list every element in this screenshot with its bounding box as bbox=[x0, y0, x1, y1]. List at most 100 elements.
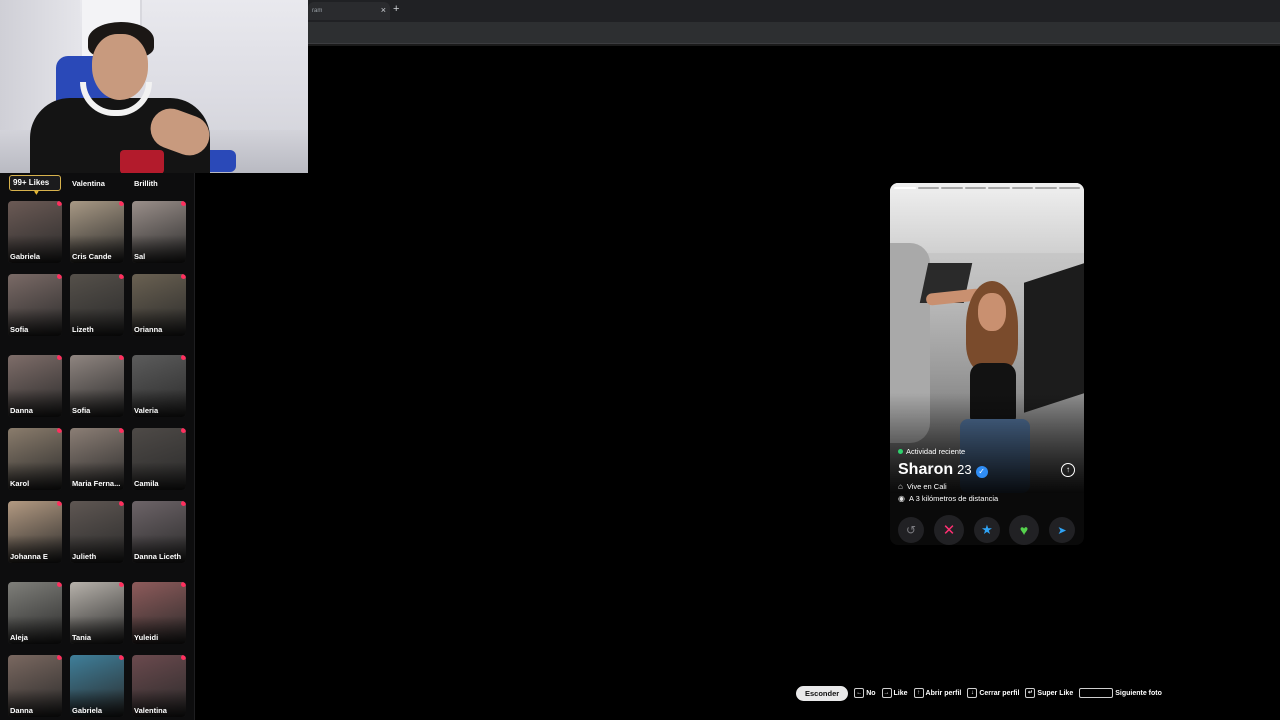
like-card[interactable]: Karol bbox=[8, 428, 62, 490]
like-card-name: Aleja bbox=[10, 633, 28, 642]
photo-progress-bar bbox=[894, 187, 1080, 190]
shortcut-no: ← No bbox=[854, 688, 876, 698]
new-like-dot-icon bbox=[119, 355, 124, 360]
like-card[interactable]: Orianna bbox=[132, 274, 186, 336]
like-card[interactable]: Yuleidi bbox=[132, 582, 186, 644]
online-dot-icon bbox=[898, 449, 903, 454]
like-card-name: Valeria bbox=[134, 406, 159, 415]
like-card[interactable]: Danna Liceth bbox=[132, 501, 186, 563]
gold-heart-icon: ♥ bbox=[34, 188, 39, 197]
send-icon: ➤ bbox=[1057, 524, 1067, 537]
likes-header: 99+ Likes ♥ Valentina Brillith bbox=[0, 173, 194, 197]
new-like-dot-icon bbox=[57, 355, 62, 360]
like-card-name: Gabriela bbox=[72, 706, 103, 715]
profile-distance: ◉ A 3 kilómetros de distancia bbox=[898, 494, 998, 503]
like-card[interactable]: Valentina bbox=[132, 655, 186, 717]
toolbar-divider bbox=[308, 44, 1280, 46]
like-card[interactable]: Aleja bbox=[8, 582, 62, 644]
new-like-dot-icon bbox=[57, 274, 62, 279]
rewind-button[interactable]: ↺ bbox=[898, 517, 924, 543]
like-card[interactable]: Lizeth bbox=[70, 274, 124, 336]
like-card[interactable]: Johanna E bbox=[8, 501, 62, 563]
like-card-name: Karol bbox=[10, 479, 30, 488]
browser-tab-strip: ram × + bbox=[308, 0, 1280, 22]
hide-shortcuts-button[interactable]: Esconder bbox=[796, 685, 849, 701]
like-card-name: Sofia bbox=[72, 406, 91, 415]
new-tab-button[interactable]: + bbox=[393, 3, 399, 15]
like-card-name: Johanna E bbox=[10, 552, 48, 561]
shortcut-like: → Like bbox=[881, 688, 908, 698]
boost-button[interactable]: ➤ bbox=[1049, 517, 1075, 543]
action-bar: ↺ ✕ ★ ♥ ➤ bbox=[890, 515, 1084, 545]
keyboard-shortcuts-bar: Esconder ← No → Like ↑ Abrir perfil ↓ Cerrar… bbox=[796, 685, 1162, 701]
webcam-jersey-number bbox=[120, 150, 164, 173]
new-like-dot-icon bbox=[119, 655, 124, 660]
like-card-name: Maria Ferna... bbox=[72, 479, 121, 488]
top-card-name: Valentina bbox=[72, 179, 105, 188]
like-card[interactable]: Valeria bbox=[132, 355, 186, 417]
like-button[interactable]: ♥ bbox=[1009, 515, 1039, 545]
photo-progress-segment bbox=[964, 187, 986, 189]
like-card[interactable]: Maria Ferna... bbox=[70, 428, 124, 490]
like-card[interactable]: Tania bbox=[70, 582, 124, 644]
photo-car-roof bbox=[890, 183, 1084, 253]
new-like-dot-icon bbox=[181, 201, 186, 206]
photo-progress-segment bbox=[1035, 187, 1057, 189]
like-card[interactable]: Sofia bbox=[8, 274, 62, 336]
profile-location-label: Vive en Cali bbox=[906, 482, 947, 491]
recent-activity-label: Actividad reciente bbox=[906, 447, 966, 456]
location-pin-icon: ◉ bbox=[898, 494, 905, 503]
like-card[interactable]: Danna bbox=[8, 355, 62, 417]
open-profile-icon[interactable]: ↑ bbox=[1061, 463, 1075, 477]
nope-button[interactable]: ✕ bbox=[934, 515, 964, 545]
verified-badge-icon: ✓ bbox=[975, 466, 988, 478]
shortcut-label: Abrir perfil bbox=[925, 689, 962, 697]
photo-progress-segment bbox=[894, 187, 916, 189]
shortcut-open-profile: ↑ Abrir perfil bbox=[913, 688, 962, 698]
like-card-name: Danna bbox=[10, 706, 33, 715]
webcam-overlay bbox=[0, 0, 308, 173]
shortcut-label: No bbox=[866, 689, 876, 697]
enter-key-icon: ↵ bbox=[1025, 688, 1036, 698]
likes-panel: 99+ Likes ♥ Valentina Brillith Gabriela C… bbox=[0, 173, 195, 720]
photo-progress-segment bbox=[917, 187, 939, 189]
shortcut-super-like: ↵ Super Like bbox=[1025, 688, 1073, 698]
new-like-dot-icon bbox=[181, 655, 186, 660]
like-card[interactable]: Gabriela bbox=[8, 201, 62, 263]
like-card-name: Orianna bbox=[134, 325, 163, 334]
photo-progress-segment bbox=[941, 187, 963, 189]
like-card[interactable]: Sal bbox=[132, 201, 186, 263]
photo-progress-segment bbox=[1011, 187, 1033, 189]
like-card-name: Valentina bbox=[134, 706, 167, 715]
likes-count-badge[interactable]: 99+ Likes ♥ bbox=[9, 175, 61, 197]
like-card[interactable]: Camila bbox=[132, 428, 186, 490]
like-card[interactable]: Julieth bbox=[70, 501, 124, 563]
like-card-name: Gabriela bbox=[10, 252, 41, 261]
shortcut-label: Cerrar perfil bbox=[979, 689, 1020, 697]
tab-title: ram bbox=[312, 8, 323, 14]
space-key-icon bbox=[1079, 688, 1114, 698]
like-card-name: Julieth bbox=[72, 552, 97, 561]
like-card-name: Danna bbox=[10, 406, 33, 415]
like-card-name: Lizeth bbox=[72, 325, 94, 334]
shortcut-next-photo: Siguiente foto bbox=[1079, 688, 1162, 698]
profile-card[interactable]: Actividad reciente Sharon 23 ✓ ↑ ⌂ Vive … bbox=[890, 183, 1084, 545]
shortcut-label: Super Like bbox=[1037, 689, 1074, 697]
super-like-button[interactable]: ★ bbox=[974, 517, 1000, 543]
profile-location: ⌂ Vive en Cali bbox=[898, 482, 947, 491]
like-card[interactable]: Cris Cande bbox=[70, 201, 124, 263]
new-like-dot-icon bbox=[119, 201, 124, 206]
shortcut-label: Siguiente foto bbox=[1115, 689, 1162, 697]
down-arrow-key-icon: ↓ bbox=[967, 688, 978, 698]
like-card[interactable]: Sofia bbox=[70, 355, 124, 417]
photo-person-face bbox=[978, 293, 1006, 331]
likes-count-label: 99+ Likes bbox=[13, 178, 50, 187]
new-like-dot-icon bbox=[57, 582, 62, 587]
like-card-name: Tania bbox=[72, 633, 92, 642]
left-arrow-key-icon: ← bbox=[854, 688, 865, 698]
browser-tab[interactable]: ram × bbox=[308, 2, 390, 20]
recent-activity: Actividad reciente bbox=[898, 447, 965, 456]
like-card[interactable]: Danna bbox=[8, 655, 62, 717]
tab-close-icon[interactable]: × bbox=[381, 5, 386, 15]
like-card[interactable]: Gabriela bbox=[70, 655, 124, 717]
